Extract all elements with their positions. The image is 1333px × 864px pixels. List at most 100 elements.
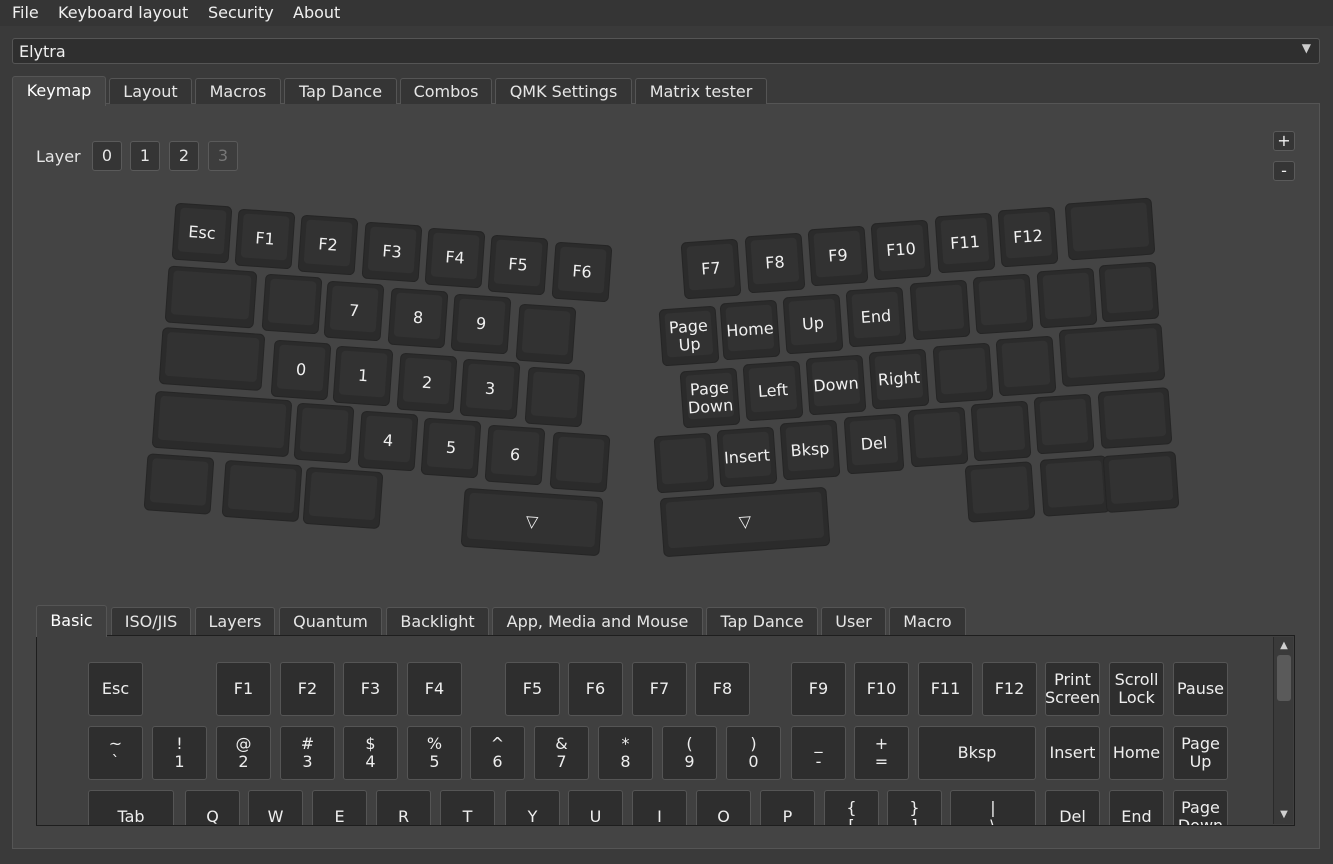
scroll-down-icon[interactable]: ▼ <box>1274 808 1294 822</box>
keycode-button[interactable]: (9 <box>662 726 717 780</box>
menu-security[interactable]: Security <box>208 3 274 22</box>
keymap-key[interactable]: 2 <box>396 352 458 414</box>
scroll-thumb[interactable] <box>1277 655 1291 701</box>
keymap-key[interactable]: F7 <box>680 238 742 300</box>
keymap-key[interactable] <box>515 303 577 365</box>
keymap-key[interactable]: 9 <box>450 293 512 355</box>
keycode-button[interactable]: | \ <box>950 790 1036 825</box>
keymap-key[interactable] <box>302 467 384 529</box>
keymap-key[interactable]: 8 <box>387 287 449 349</box>
tab-tap-dance[interactable]: Tap Dance <box>284 78 397 104</box>
keyboard-select[interactable]: Elytra ▼ <box>12 38 1320 64</box>
keymap-key[interactable] <box>995 335 1057 397</box>
keycode-button[interactable]: F2 <box>280 662 335 716</box>
keymap-key[interactable] <box>152 391 292 457</box>
keymap-key[interactable]: 1 <box>332 345 394 407</box>
keymap-key[interactable] <box>932 342 994 404</box>
subtab-layers[interactable]: Layers <box>195 607 275 635</box>
keycode-button[interactable]: #3 <box>280 726 335 780</box>
keymap-key[interactable] <box>261 273 323 335</box>
keymap-key[interactable] <box>909 279 971 341</box>
keymap-key[interactable]: F8 <box>744 232 806 294</box>
keycode-button[interactable]: End <box>1109 790 1164 825</box>
keycode-button[interactable]: F11 <box>918 662 973 716</box>
keymap-key[interactable] <box>143 453 215 515</box>
keycode-button[interactable]: Print Screen <box>1045 662 1100 716</box>
keycode-button[interactable]: Insert <box>1045 726 1100 780</box>
keymap-key[interactable] <box>1064 197 1156 261</box>
keycode-button[interactable]: ) 0 <box>726 726 781 780</box>
keymap-key[interactable] <box>221 460 303 522</box>
keycode-button[interactable]: F1 <box>216 662 271 716</box>
keycode-button[interactable]: F5 <box>505 662 560 716</box>
keycode-button[interactable]: F8 <box>695 662 750 716</box>
zoom-in-button[interactable]: + <box>1273 131 1295 151</box>
keymap-key[interactable]: F5 <box>487 234 549 296</box>
keycode-button[interactable]: Bksp <box>918 726 1036 780</box>
keymap-key[interactable] <box>1033 393 1095 455</box>
tab-matrix-tester[interactable]: Matrix tester <box>635 78 767 104</box>
keymap-key[interactable]: Esc <box>171 202 233 264</box>
keymap-key[interactable] <box>970 400 1032 462</box>
keymap-key[interactable] <box>1097 387 1173 449</box>
tab-macros[interactable]: Macros <box>195 78 281 104</box>
keycode-button[interactable]: Home <box>1109 726 1164 780</box>
menu-file[interactable]: File <box>12 3 39 22</box>
keycode-button[interactable]: + = <box>854 726 909 780</box>
keycode-button[interactable]: F12 <box>982 662 1037 716</box>
palette-scrollbar[interactable]: ▲ ▼ <box>1273 637 1293 824</box>
keycode-button[interactable]: O <box>696 790 751 825</box>
keymap-key[interactable]: Home <box>719 299 781 361</box>
keymap-key[interactable]: ▽ <box>660 487 830 557</box>
keymap-key[interactable]: Up <box>782 293 844 355</box>
keycode-button[interactable]: P <box>760 790 815 825</box>
keycode-button[interactable]: & 7 <box>534 726 589 780</box>
keymap-key[interactable]: 6 <box>484 424 546 486</box>
keymap-key[interactable]: F6 <box>551 241 613 303</box>
keycode-button[interactable]: Esc <box>88 662 143 716</box>
keycode-button[interactable]: W <box>248 790 303 825</box>
keymap-key[interactable]: 7 <box>323 280 385 342</box>
keycode-button[interactable]: * 8 <box>598 726 653 780</box>
subtab-macro[interactable]: Macro <box>889 607 966 635</box>
keycode-button[interactable]: {[ <box>824 790 879 825</box>
keycode-button[interactable]: % 5 <box>407 726 462 780</box>
keymap-key[interactable] <box>164 265 258 329</box>
keycode-button[interactable]: F7 <box>632 662 687 716</box>
keycode-button[interactable]: Q <box>185 790 240 825</box>
subtab-app-media-mouse[interactable]: App, Media and Mouse <box>492 607 703 635</box>
keymap-key[interactable] <box>1102 451 1180 513</box>
keymap-key[interactable] <box>964 461 1036 523</box>
keymap-key[interactable] <box>549 431 611 493</box>
keycode-button[interactable]: @2 <box>216 726 271 780</box>
keymap-key[interactable]: F1 <box>234 208 296 270</box>
tab-combos[interactable]: Combos <box>400 78 492 104</box>
keycode-button[interactable]: _ - <box>791 726 846 780</box>
keycode-button[interactable]: I <box>632 790 687 825</box>
keymap-key[interactable]: ▽ <box>460 488 604 556</box>
keymap-key[interactable]: F10 <box>870 219 932 281</box>
keymap-key[interactable]: F4 <box>424 227 486 289</box>
keymap-key[interactable]: Del <box>843 413 905 475</box>
keycode-button[interactable]: Y <box>505 790 560 825</box>
subtab-basic[interactable]: Basic <box>36 605 107 637</box>
keymap-key[interactable] <box>972 273 1034 335</box>
keymap-key[interactable]: F9 <box>807 225 869 287</box>
keymap-key[interactable]: PageDown <box>679 367 741 429</box>
keycode-button[interactable]: R <box>376 790 431 825</box>
keymap-key[interactable]: F11 <box>934 212 996 274</box>
keymap-key[interactable]: PageUp <box>658 305 720 367</box>
keymap-key[interactable]: 4 <box>357 410 419 472</box>
keymap-key[interactable] <box>1036 267 1098 329</box>
keycode-button[interactable]: U <box>568 790 623 825</box>
keymap-key[interactable]: 5 <box>420 417 482 479</box>
layer-2-button[interactable]: 2 <box>169 141 199 171</box>
keycode-button[interactable]: Tab <box>88 790 174 825</box>
scroll-up-icon[interactable]: ▲ <box>1274 639 1294 653</box>
zoom-out-button[interactable]: - <box>1273 161 1295 181</box>
keymap-key[interactable]: Right <box>868 348 930 410</box>
subtab-tap-dance[interactable]: Tap Dance <box>706 607 818 635</box>
keymap-key[interactable]: Down <box>805 354 867 416</box>
keymap-key[interactable]: F2 <box>297 214 359 276</box>
tab-keymap[interactable]: Keymap <box>12 76 106 106</box>
